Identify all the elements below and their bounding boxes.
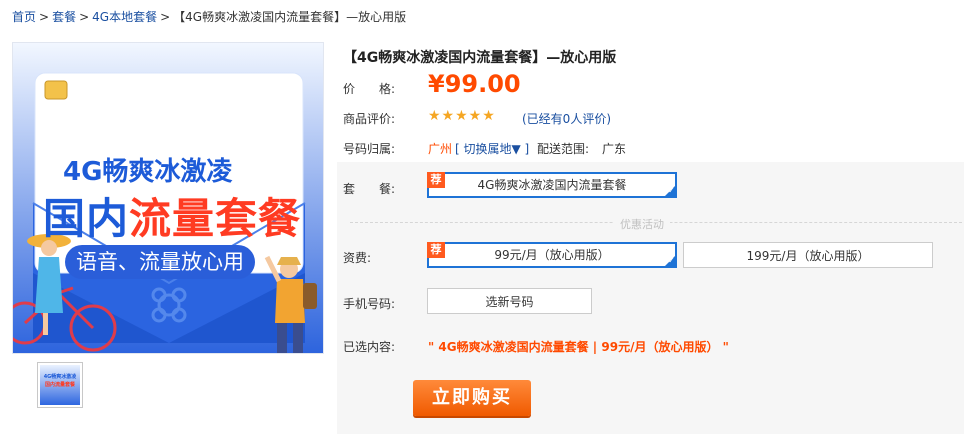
product-thumbnail[interactable]: 4G畅爽冰激凌 国内流量套餐 — [37, 362, 83, 408]
rating-label: 商品评价: — [343, 112, 396, 126]
breadcrumb-separator: > — [39, 10, 50, 24]
breadcrumb-current: 【4G畅爽冰激凌国内流量套餐】—放心用版 — [173, 10, 407, 24]
fee-option-label: 199元/月（放心用版） — [746, 249, 870, 263]
thumbnail-image: 4G畅爽冰激凌 国内流量套餐 — [40, 365, 80, 405]
fee-option-199[interactable]: 199元/月（放心用版） — [683, 242, 933, 268]
hero-line-3: 语音、流量放心用 — [65, 245, 255, 279]
fee-option-label: 99元/月（放心用版） — [494, 248, 610, 262]
breadcrumb-separator: > — [160, 10, 171, 24]
product-main-image: 4G畅爽冰激凌 国内流量套餐 语音、流量放心用 — [12, 42, 324, 354]
breadcrumb: 首页 > 套餐 >4G本地套餐 > 【4G畅爽冰激凌国内流量套餐】—放心用版 — [12, 8, 406, 25]
selected-check-icon — [663, 184, 677, 198]
selected-label: 已选内容: — [343, 340, 396, 354]
promo-divider-label: 优惠活动 — [614, 216, 670, 232]
breadcrumb-home-link[interactable]: 首页 — [12, 10, 36, 24]
switch-region-link[interactable]: [ 切换属地▼ ] — [455, 140, 529, 157]
region-value: 广州 — [428, 142, 453, 156]
product-title: 【4G畅爽冰激凌国内流量套餐】—放心用版 — [343, 50, 617, 66]
select-number-button[interactable]: 选新号码 — [427, 288, 592, 314]
shipping-label: 配送范围: — [537, 142, 590, 156]
breadcrumb-separator: > — [79, 10, 90, 24]
price-label: 价 格: — [343, 82, 396, 96]
price-value: ¥99.00 — [428, 70, 521, 98]
phone-label: 手机号码: — [343, 297, 396, 311]
region-label: 号码归属: — [343, 142, 396, 156]
selected-content: " 4G畅爽冰激凌国内流量套餐 | 99元/月（放心用版） " — [428, 340, 729, 354]
recommend-badge: 荐 — [427, 172, 445, 188]
package-label: 套 餐: — [343, 182, 396, 196]
hero-line-2-red: 流量套餐 — [129, 194, 302, 243]
recommend-badge: 荐 — [427, 242, 445, 258]
package-option-label: 4G畅爽冰激凌国内流量套餐 — [477, 178, 627, 192]
buy-now-button[interactable]: 立即购买 — [413, 380, 531, 416]
hero-line-2: 国内流量套餐 — [43, 185, 301, 246]
package-option-selected[interactable]: 荐 4G畅爽冰激凌国内流量套餐 — [427, 172, 677, 198]
thumbnail-line-2: 国内流量套餐 — [44, 382, 75, 388]
fee-option-99[interactable]: 荐 99元/月（放心用版） — [427, 242, 677, 268]
shipping-value: 广东 — [602, 142, 627, 156]
star-rating-icon: ★★★★★ — [428, 108, 496, 124]
hero-line-2-blue: 国内 — [43, 194, 130, 243]
breadcrumb-4g-local-link[interactable]: 4G本地套餐 — [92, 10, 157, 24]
breadcrumb-package-link[interactable]: 套餐 — [52, 10, 76, 24]
selected-check-icon — [663, 254, 677, 268]
thumbnail-line-1: 4G畅爽冰激凌 — [43, 374, 77, 380]
fee-label: 资费: — [343, 251, 372, 265]
hero-line-1: 4G畅爽冰激凌 — [63, 157, 233, 187]
review-count-link[interactable]: (已经有0人评价) — [522, 110, 611, 127]
